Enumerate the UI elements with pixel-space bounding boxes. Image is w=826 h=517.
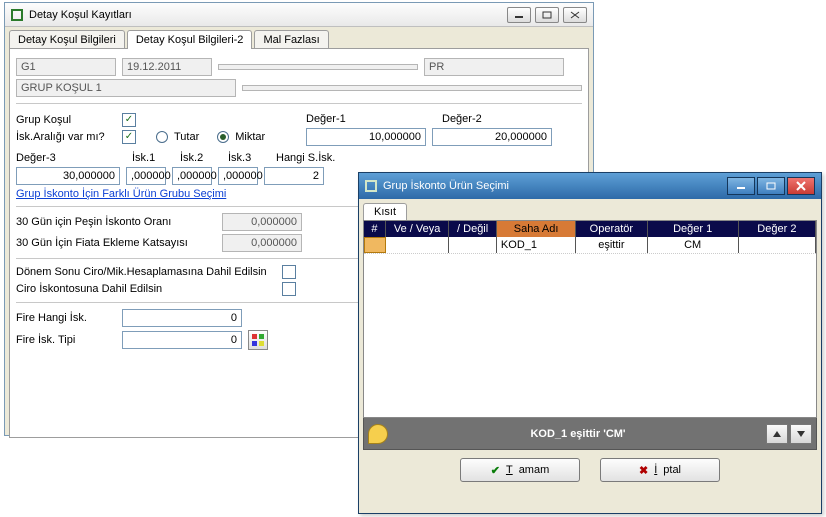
cancel-button[interactable]: ✖ İptal	[600, 458, 720, 482]
dialog-titlebar[interactable]: Grup İskonto Ürün Seçimi	[359, 173, 821, 199]
prev-button[interactable]	[766, 424, 788, 444]
label-miktar: Miktar	[235, 131, 265, 143]
input-deger3[interactable]: 30,000000	[16, 167, 120, 185]
link-grup-iskonto-urun[interactable]: Grup İskonto İçin Farklı Ürün Grubu Seçi…	[16, 188, 226, 200]
status-text: KOD_1 eşittir 'CM'	[392, 428, 764, 440]
cancel-label-initial: İ	[654, 464, 657, 476]
col-deger1[interactable]: Değer 1	[648, 221, 739, 237]
dialog-statusbar: KOD_1 eşittir 'CM'	[363, 418, 817, 450]
next-button[interactable]	[790, 424, 812, 444]
col-operator[interactable]: Operatör	[576, 221, 647, 237]
row-selector-icon[interactable]	[364, 237, 386, 253]
main-window-title: Detay Koşul Kayıtları	[29, 9, 132, 21]
label-fire-hangi: Fire Hangi İsk.	[16, 312, 116, 324]
cell-saha[interactable]: KOD_1	[497, 237, 576, 253]
label-donem-sonu: Dönem Sonu Ciro/Mik.Hesaplamasına Dahil …	[16, 266, 276, 278]
header-desc2	[242, 85, 582, 91]
dialog-title: Grup İskonto Ürün Seçimi	[383, 180, 509, 192]
input-deger2[interactable]: 20,000000	[432, 128, 552, 146]
radio-miktar[interactable]	[217, 131, 229, 143]
header-mid	[218, 64, 418, 70]
label-isk2: İsk.2	[180, 152, 222, 164]
header-date: 19.12.2011	[122, 58, 212, 76]
col-ve-veya[interactable]: Ve / Veya	[386, 221, 449, 237]
dialog-app-icon	[365, 180, 377, 192]
check-icon: ✔	[491, 464, 500, 477]
cell-degil[interactable]	[449, 237, 497, 253]
col-hash[interactable]: #	[364, 221, 386, 237]
input-deger1[interactable]: 10,000000	[306, 128, 426, 146]
checkbox-grup-kosul[interactable]	[122, 113, 136, 127]
cell-ve-veya[interactable]	[386, 237, 449, 253]
label-deger1: Değer-1	[306, 113, 436, 125]
grid-header: # Ve / Veya / Değil Saha Adı Operatör De…	[364, 221, 816, 237]
dialog-close-button[interactable]	[787, 177, 815, 195]
col-saha-adi[interactable]: Saha Adı	[497, 221, 576, 237]
grid-row[interactable]: KOD_1 eşittir CM	[364, 237, 816, 254]
radio-tutar[interactable]	[156, 131, 168, 143]
label-pesin-oran: 30 Gün için Peşin İskonto Oranı	[16, 216, 216, 228]
label-hangi-sisk: Hangi S.İsk.	[276, 152, 346, 164]
input-fire-hangi[interactable]: 0	[122, 309, 242, 327]
maximize-button[interactable]	[535, 7, 559, 23]
checkbox-donem-sonu[interactable]	[282, 265, 296, 279]
close-button[interactable]	[563, 7, 587, 23]
main-titlebar[interactable]: Detay Koşul Kayıtları	[5, 3, 593, 27]
tab-mal-fazlasi[interactable]: Mal Fazlası	[254, 30, 328, 49]
cell-op[interactable]: eşittir	[576, 237, 647, 253]
cell-d1[interactable]: CM	[648, 237, 739, 253]
col-degil[interactable]: / Değil	[449, 221, 497, 237]
input-pesin-oran: 0,000000	[222, 213, 302, 231]
label-fire-tipi: Fire İsk. Tipi	[16, 334, 116, 346]
dialog-maximize-button[interactable]	[757, 177, 785, 195]
checkbox-ciro-isk[interactable]	[282, 282, 296, 296]
subtab-kisit[interactable]: Kısıt	[363, 203, 407, 220]
minimize-button[interactable]	[507, 7, 531, 23]
main-tabs: Detay Koşul Bilgileri Detay Koşul Bilgil…	[5, 27, 593, 48]
cell-d2[interactable]	[739, 237, 816, 253]
col-deger2[interactable]: Değer 2	[739, 221, 816, 237]
dialog-button-bar: ✔ Tamam ✖ İptal	[363, 450, 817, 490]
label-ciro-isk: Ciro İskontosuna Dahil Edilsin	[16, 283, 276, 295]
input-fire-tipi[interactable]: 0	[122, 331, 242, 349]
label-fiata-ekleme: 30 Gün İçin Fiata Ekleme Katsayısı	[16, 237, 216, 249]
x-icon: ✖	[639, 464, 648, 477]
input-fiata-ekleme: 0,000000	[222, 234, 302, 252]
tab-detay-kosul-bilgileri[interactable]: Detay Koşul Bilgileri	[9, 30, 125, 49]
label-deger3: Değer-3	[16, 152, 126, 164]
input-isk2[interactable]: ,000000	[172, 167, 212, 185]
ok-label-initial: T	[506, 464, 513, 476]
label-grup-kosul: Grup Koşul	[16, 114, 116, 126]
label-isk3: İsk.3	[228, 152, 270, 164]
header-right: PR	[424, 58, 564, 76]
input-isk1[interactable]: ,000000	[126, 167, 166, 185]
input-hangi-sisk[interactable]: 2	[264, 167, 324, 185]
criteria-grid: # Ve / Veya / Değil Saha Adı Operatör De…	[363, 220, 817, 418]
header-desc: GRUP KOŞUL 1	[16, 79, 236, 97]
checkbox-isk-araligi[interactable]	[122, 130, 136, 144]
dialog-minimize-button[interactable]	[727, 177, 755, 195]
tab-detay-kosul-bilgileri-2[interactable]: Detay Koşul Bilgileri-2	[127, 30, 253, 49]
label-isk1: İsk.1	[132, 152, 174, 164]
label-isk-araligi: İsk.Aralığı var mı?	[16, 131, 116, 143]
search-icon[interactable]	[368, 424, 388, 444]
header-code: G1	[16, 58, 116, 76]
label-deger2: Değer-2	[442, 113, 542, 125]
cancel-label: ptal	[663, 464, 681, 476]
input-isk3[interactable]: ,000000	[218, 167, 258, 185]
dialog-grup-iskonto-urun: Grup İskonto Ürün Seçimi Kısıt # Ve / Ve…	[358, 172, 822, 514]
label-tutar: Tutar	[174, 131, 199, 143]
ok-label: amam	[519, 464, 550, 476]
ok-button[interactable]: ✔ Tamam	[460, 458, 580, 482]
app-icon	[11, 9, 23, 21]
fire-tipi-picker-button[interactable]	[248, 330, 268, 350]
